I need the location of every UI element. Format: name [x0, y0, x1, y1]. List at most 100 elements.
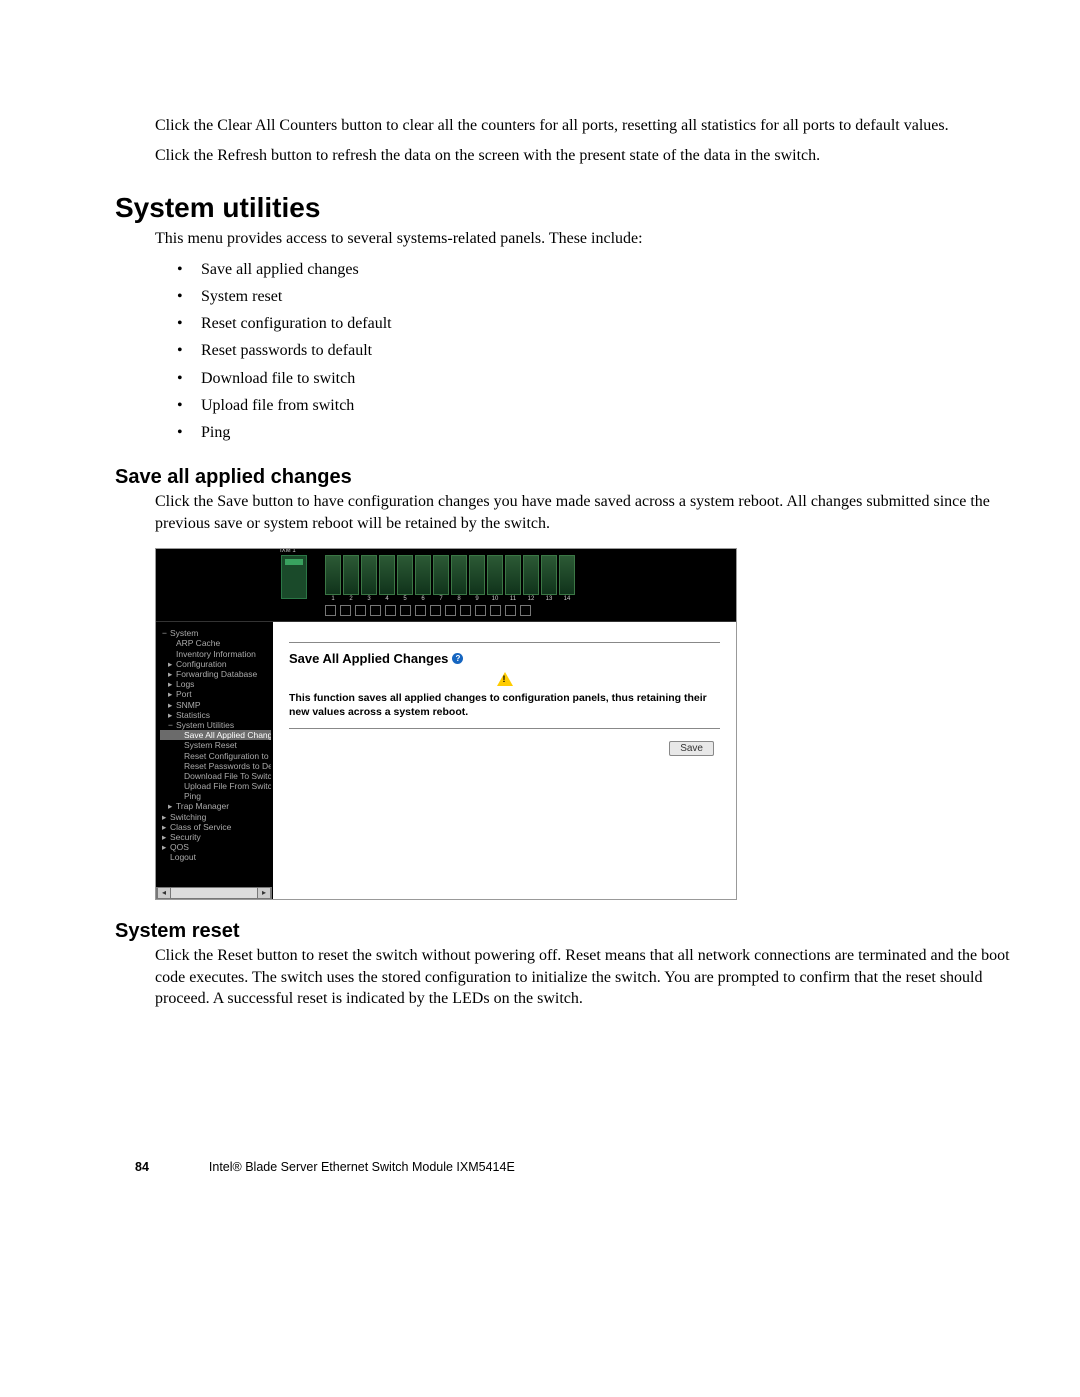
port-number-label: 2	[343, 595, 359, 603]
port-status-icon	[355, 605, 366, 616]
port-icon[interactable]	[559, 555, 575, 595]
content-panel: IXM 1 1234567891011121314 Save All Appli…	[273, 549, 736, 899]
port-number-label: 9	[469, 595, 485, 603]
port-icon[interactable]	[397, 555, 413, 595]
heading-system-reset: System reset	[115, 920, 1020, 943]
port-status-icon	[505, 605, 516, 616]
device-label: IXM 1	[280, 548, 296, 554]
port-status-icon	[430, 605, 441, 616]
page: Click the Clear All Counters button to c…	[0, 0, 1080, 1234]
nav-tree-item[interactable]: Save All Applied Changes	[160, 730, 271, 740]
port-number-label: 14	[559, 595, 575, 603]
nav-tree-panel: −SystemARP CacheInventory Information▸Co…	[156, 549, 273, 899]
nav-tree-item[interactable]: Logout	[160, 852, 271, 862]
port-status-icon	[325, 605, 336, 616]
warning-icon	[497, 672, 513, 686]
port-status-icon	[415, 605, 426, 616]
nav-tree-item[interactable]: ▸SNMP	[160, 700, 271, 710]
port-number-label: 12	[523, 595, 539, 603]
port-icon[interactable]	[325, 555, 341, 595]
list-item: Reset configuration to default	[177, 310, 1020, 337]
port-icon[interactable]	[343, 555, 359, 595]
nav-tree-item[interactable]: ▸Port	[160, 689, 271, 699]
nav-tree-item[interactable]: ▸Trap Manager	[160, 801, 271, 811]
button-row: Save	[289, 741, 720, 756]
port-number-label: 4	[379, 595, 395, 603]
nav-tree-item[interactable]: −System Utilities	[160, 720, 271, 730]
nav-tree-item[interactable]: ▸Statistics	[160, 710, 271, 720]
heading-save-applied: Save all applied changes	[115, 466, 1020, 489]
nav-tree[interactable]: −SystemARP CacheInventory Information▸Co…	[160, 628, 271, 862]
port-icon[interactable]	[415, 555, 431, 595]
port-icon[interactable]	[379, 555, 395, 595]
list-item: System reset	[177, 283, 1020, 310]
device-icon	[281, 555, 307, 599]
nav-tree-item[interactable]: System Reset	[160, 740, 271, 750]
nav-tree-item[interactable]: ▸Security	[160, 832, 271, 842]
port-number-label: 13	[541, 595, 557, 603]
port-icon[interactable]	[469, 555, 485, 595]
port-icon[interactable]	[433, 555, 449, 595]
nav-header-region	[156, 549, 273, 622]
port-number-label: 3	[361, 595, 377, 603]
port-number-label: 5	[397, 595, 413, 603]
save-applied-text: Click the Save button to have configurat…	[155, 491, 1020, 534]
nav-tree-item[interactable]: ▸Switching	[160, 812, 271, 822]
port-number-label: 11	[505, 595, 521, 603]
nav-tree-item[interactable]: −System	[160, 628, 271, 638]
scroll-right-arrow[interactable]: ▸	[257, 888, 271, 898]
scroll-left-arrow[interactable]: ◂	[157, 888, 171, 898]
intro-text: This menu provides access to several sys…	[155, 228, 1020, 250]
port-numbers: 1234567891011121314	[325, 595, 575, 603]
divider	[289, 728, 720, 729]
port-row	[325, 555, 575, 595]
list-item: Save all applied changes	[177, 256, 1020, 283]
paragraph-refresh: Click the Refresh button to refresh the …	[155, 145, 1020, 167]
feature-list: Save all applied changes System reset Re…	[177, 256, 1020, 446]
horizontal-scrollbar[interactable]: ◂ ▸	[156, 887, 272, 899]
nav-tree-item[interactable]: Reset Configuration to Defaults	[160, 751, 271, 761]
list-item: Ping	[177, 419, 1020, 446]
save-button[interactable]: Save	[669, 741, 714, 756]
port-icon[interactable]	[541, 555, 557, 595]
port-status-icon	[340, 605, 351, 616]
divider	[289, 642, 720, 643]
panel-content: Save All Applied Changes ? This function…	[273, 622, 736, 767]
nav-tree-item[interactable]: ▸Forwarding Database	[160, 669, 271, 679]
port-status-icon	[490, 605, 501, 616]
port-icon[interactable]	[523, 555, 539, 595]
nav-tree-item[interactable]: ▸Logs	[160, 679, 271, 689]
port-icon[interactable]	[361, 555, 377, 595]
panel-description: This function saves all applied changes …	[289, 692, 720, 719]
nav-tree-item[interactable]: ▸Configuration	[160, 659, 271, 669]
port-number-label: 7	[433, 595, 449, 603]
nav-tree-item[interactable]: ▸Class of Service	[160, 822, 271, 832]
list-item: Reset passwords to default	[177, 337, 1020, 364]
panel-title-row: Save All Applied Changes ?	[289, 651, 463, 666]
page-footer: 84 Intel® Blade Server Ethernet Switch M…	[115, 1160, 1020, 1174]
nav-tree-item[interactable]: Ping	[160, 791, 271, 801]
port-status-icon	[475, 605, 486, 616]
help-icon[interactable]: ?	[452, 653, 463, 664]
port-status-icon	[400, 605, 411, 616]
port-status-row	[325, 605, 531, 616]
panel-title: Save All Applied Changes	[289, 651, 448, 666]
nav-tree-item[interactable]: ▸QOS	[160, 842, 271, 852]
nav-tree-item[interactable]: Upload File From Switch	[160, 781, 271, 791]
port-icon[interactable]	[487, 555, 503, 595]
list-item: Download file to switch	[177, 365, 1020, 392]
list-item: Upload file from switch	[177, 392, 1020, 419]
port-number-label: 10	[487, 595, 503, 603]
port-status-icon	[385, 605, 396, 616]
nav-tree-item[interactable]: Reset Passwords to Defaults	[160, 761, 271, 771]
port-icon[interactable]	[505, 555, 521, 595]
port-icon[interactable]	[451, 555, 467, 595]
footer-doc-title: Intel® Blade Server Ethernet Switch Modu…	[209, 1160, 1020, 1174]
port-status-icon	[460, 605, 471, 616]
nav-tree-item[interactable]: Download File To Switch	[160, 771, 271, 781]
nav-tree-item[interactable]: Inventory Information	[160, 649, 271, 659]
embedded-screenshot: −SystemARP CacheInventory Information▸Co…	[155, 548, 737, 900]
nav-tree-item[interactable]: ARP Cache	[160, 638, 271, 648]
paragraph-clear-counters: Click the Clear All Counters button to c…	[155, 115, 1020, 137]
port-number-label: 1	[325, 595, 341, 603]
